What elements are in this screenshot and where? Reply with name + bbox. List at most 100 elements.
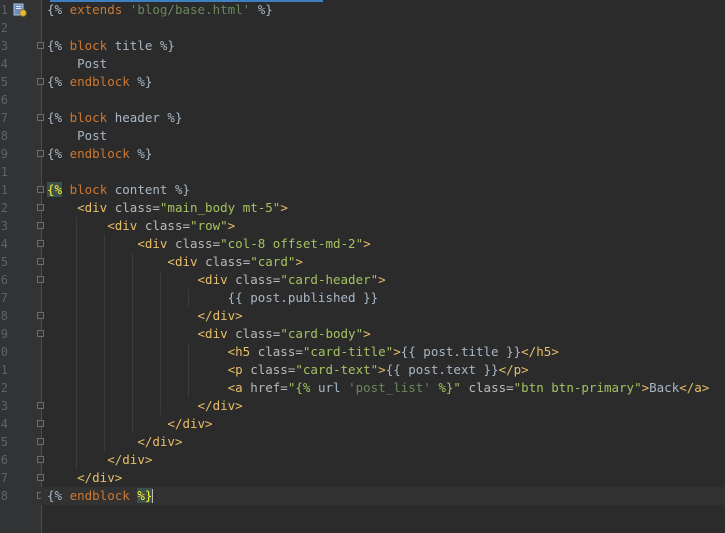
fold-marker-icon[interactable] — [37, 420, 44, 427]
line-number: 6 — [0, 93, 8, 107]
code-line[interactable]: Post — [47, 127, 725, 145]
code-token: {{ post.title }} — [400, 344, 522, 359]
code-line[interactable]: {% block title %} — [47, 37, 725, 55]
code-token: %} — [129, 146, 153, 161]
code-line[interactable]: </div> — [47, 451, 725, 469]
fold-marker-icon[interactable] — [37, 42, 44, 49]
code-token: {% — [47, 2, 70, 17]
gutter-row: 1 — [0, 1, 41, 19]
line-number: 4 — [0, 57, 8, 71]
line-number: 8 — [0, 309, 8, 323]
fold-marker-icon[interactable] — [37, 330, 44, 337]
fold-marker-icon[interactable] — [37, 114, 44, 121]
gutter-row: 5 — [0, 253, 44, 271]
fold-marker-icon[interactable] — [37, 150, 44, 157]
gutter-row: 7 — [0, 109, 44, 127]
code-token: "card-body" — [280, 326, 364, 341]
code-token: class= — [235, 272, 281, 287]
code-token: {% — [47, 488, 70, 503]
code-token: endblock — [69, 146, 130, 161]
code-token: block — [69, 110, 115, 125]
gutter-row: 8 — [0, 307, 44, 325]
code-token: 'post_list' — [348, 380, 431, 395]
line-number: 1 — [0, 183, 8, 197]
code-line[interactable]: <div class="col-8 offset-md-2"> — [47, 235, 725, 253]
code-token: > — [378, 272, 386, 287]
code-line[interactable]: {% endblock %} — [47, 73, 725, 91]
code-token: class= — [114, 200, 160, 215]
code-line[interactable] — [47, 91, 725, 109]
fold-marker-icon[interactable] — [37, 186, 44, 193]
line-number: 9 — [0, 147, 8, 161]
indent-guide — [188, 343, 189, 397]
fold-marker-icon[interactable] — [37, 438, 44, 445]
code-line[interactable]: <a href="{% url 'post_list' %}" class="b… — [47, 379, 725, 397]
code-token: </h5> — [521, 344, 559, 359]
gutter-row: 8 — [0, 487, 44, 505]
fold-marker-icon[interactable] — [37, 222, 44, 229]
code-token: > — [227, 218, 236, 233]
code-token: "card-title" — [302, 344, 394, 359]
code-token: class= — [235, 326, 281, 341]
code-line[interactable] — [47, 163, 725, 181]
fold-marker-icon[interactable] — [37, 258, 44, 265]
code-line[interactable]: <div class="main_body mt-5"> — [47, 199, 725, 217]
gutter-row: 0 — [0, 343, 41, 361]
code-token: {% — [47, 182, 63, 197]
code-line[interactable]: {% block content %} — [47, 181, 725, 199]
code-token: {% — [47, 38, 70, 53]
fold-marker-icon[interactable] — [37, 456, 44, 463]
line-number: 2 — [0, 201, 8, 215]
line-number-gutter[interactable]: 1 2 3 4 5 6 7 8 9 1 1 2 3 4 5 6 7 8 9 0 1 2 3 4 5 6 7 8 — [0, 0, 44, 533]
code-line[interactable]: </div> — [47, 307, 725, 325]
code-line[interactable]: Post — [47, 55, 725, 73]
code-line[interactable]: </div> — [47, 397, 725, 415]
fold-marker-icon[interactable] — [37, 312, 44, 319]
code-line[interactable] — [47, 19, 725, 37]
code-line[interactable]: <div class="row"> — [47, 217, 725, 235]
code-line[interactable]: </div> — [47, 433, 725, 451]
fold-marker-icon[interactable] — [37, 402, 44, 409]
code-line[interactable]: <div class="card-body"> — [47, 325, 725, 343]
code-token: title %} — [114, 38, 175, 53]
code-line[interactable]: <div class="card-header"> — [47, 271, 725, 289]
code-line[interactable]: {{ post.published }} — [47, 289, 725, 307]
indent-guide — [160, 271, 161, 415]
code-token: {% — [47, 110, 70, 125]
code-token: Back — [649, 380, 680, 395]
code-token: url — [317, 380, 349, 395]
code-line[interactable]: </div> — [47, 469, 725, 487]
line-number: 8 — [0, 489, 8, 503]
fold-marker-icon[interactable] — [37, 204, 44, 211]
gutter-row: 2 — [0, 379, 41, 397]
line-number: 7 — [0, 471, 8, 485]
code-editor[interactable]: 1 2 3 4 5 6 7 8 9 1 1 2 3 4 5 6 7 8 9 0 1 2 3 4 5 6 7 8 {% extends … — [0, 0, 725, 533]
code-line[interactable]: </div> — [47, 415, 725, 433]
code-line[interactable]: {% extends 'blog/base.html' %} — [47, 1, 725, 19]
code-token: href= — [250, 380, 288, 395]
code-token: </div> — [197, 308, 243, 323]
fold-marker-icon[interactable] — [37, 276, 44, 283]
code-token: 'blog/base.html' — [129, 2, 251, 17]
code-token: > — [378, 362, 386, 377]
code-token: block — [69, 182, 115, 197]
code-line[interactable]: <div class="card"> — [47, 253, 725, 271]
fold-marker-icon[interactable] — [37, 474, 44, 481]
fold-marker-icon[interactable] — [37, 240, 44, 247]
line-number: 7 — [0, 111, 8, 125]
code-line[interactable]: {% endblock %} — [47, 145, 725, 163]
code-line[interactable]: <h5 class="card-title">{{ post.title }}<… — [47, 343, 725, 361]
code-token: endblock — [69, 488, 130, 503]
code-line[interactable]: <p class="card-text">{{ post.text }}</p> — [47, 361, 725, 379]
gutter-row: 2 — [0, 199, 44, 217]
gutter-row: 5 — [0, 73, 44, 91]
fold-marker-icon[interactable] — [37, 78, 44, 85]
code-token: %}" — [430, 380, 461, 395]
code-line[interactable]: {% endblock %} — [41, 487, 725, 505]
code-line[interactable]: {% block header %} — [47, 109, 725, 127]
gutter-row: 9 — [0, 145, 44, 163]
